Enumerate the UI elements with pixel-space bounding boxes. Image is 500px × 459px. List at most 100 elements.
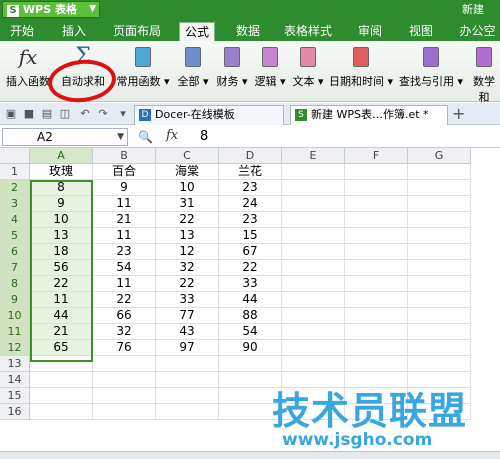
row-header-7[interactable]: 7	[0, 260, 30, 276]
row-header-4[interactable]: 4	[0, 212, 30, 228]
cell-e12[interactable]	[282, 340, 345, 356]
cell-e5[interactable]	[282, 228, 345, 244]
finance-functions-button[interactable]: 财务 ▾	[214, 45, 250, 89]
cell-f10[interactable]	[345, 308, 408, 324]
cell-a7[interactable]: 56	[30, 260, 93, 276]
cell-b8[interactable]: 11	[93, 276, 156, 292]
cell-f11[interactable]	[345, 324, 408, 340]
cell-f12[interactable]	[345, 340, 408, 356]
fx-icon[interactable]: fx	[166, 128, 178, 143]
cell-a4[interactable]: 10	[30, 212, 93, 228]
row-header-15[interactable]: 15	[0, 388, 30, 404]
cell-f13[interactable]	[345, 356, 408, 372]
tab-start[interactable]: 开始	[6, 22, 38, 41]
tab-page-layout[interactable]: 页面布局	[113, 22, 161, 41]
cell-e11[interactable]	[282, 324, 345, 340]
cell-d1[interactable]: 兰花	[219, 164, 282, 180]
cell-b4[interactable]: 21	[93, 212, 156, 228]
cell-g5[interactable]	[408, 228, 471, 244]
column-header-a[interactable]: A	[30, 148, 93, 164]
cell-f6[interactable]	[345, 244, 408, 260]
cell-g11[interactable]	[408, 324, 471, 340]
cell-e4[interactable]	[282, 212, 345, 228]
cell-f5[interactable]	[345, 228, 408, 244]
select-all-corner[interactable]	[0, 148, 30, 164]
row-header-9[interactable]: 9	[0, 292, 30, 308]
row-header-8[interactable]: 8	[0, 276, 30, 292]
row-header-3[interactable]: 3	[0, 196, 30, 212]
zoom-search-icon[interactable]: 🔍	[138, 130, 153, 144]
cell-e10[interactable]	[282, 308, 345, 324]
math-functions-button[interactable]: 数学和	[468, 45, 500, 105]
cell-e6[interactable]	[282, 244, 345, 260]
cell-c5[interactable]: 13	[156, 228, 219, 244]
cell-d3[interactable]: 24	[219, 196, 282, 212]
cell-a5[interactable]: 13	[30, 228, 93, 244]
cell-g2[interactable]	[408, 180, 471, 196]
cell-d8[interactable]: 33	[219, 276, 282, 292]
cell-f1[interactable]	[345, 164, 408, 180]
tab-review[interactable]: 审阅	[354, 22, 386, 41]
cell-c6[interactable]: 12	[156, 244, 219, 260]
cell-e13[interactable]	[282, 356, 345, 372]
cell-b16[interactable]	[93, 404, 156, 420]
row-header-2[interactable]: 2	[0, 180, 30, 196]
cell-c16[interactable]	[156, 404, 219, 420]
doc-tab-workbook[interactable]: S 新建 WPS表…作簿.et *	[290, 105, 448, 125]
cell-c8[interactable]: 22	[156, 276, 219, 292]
insert-function-button[interactable]: fx 插入函数	[4, 45, 52, 89]
redo-icon[interactable]: ↷	[96, 107, 110, 121]
cell-b9[interactable]: 22	[93, 292, 156, 308]
cell-e9[interactable]	[282, 292, 345, 308]
row-header-16[interactable]: 16	[0, 404, 30, 420]
cell-b13[interactable]	[93, 356, 156, 372]
cell-d9[interactable]: 44	[219, 292, 282, 308]
cell-d13[interactable]	[219, 356, 282, 372]
cell-a11[interactable]: 21	[30, 324, 93, 340]
cell-c3[interactable]: 31	[156, 196, 219, 212]
cell-b15[interactable]	[93, 388, 156, 404]
row-header-5[interactable]: 5	[0, 228, 30, 244]
tab-insert[interactable]: 插入	[58, 22, 90, 41]
cell-c14[interactable]	[156, 372, 219, 388]
cell-g3[interactable]	[408, 196, 471, 212]
column-header-c[interactable]: C	[156, 148, 219, 164]
new-button[interactable]: 新建	[462, 1, 484, 17]
row-header-13[interactable]: 13	[0, 356, 30, 372]
cell-g1[interactable]	[408, 164, 471, 180]
cell-b2[interactable]: 9	[93, 180, 156, 196]
sheet-tabs-scrollbar[interactable]	[0, 451, 500, 459]
cell-d6[interactable]: 67	[219, 244, 282, 260]
cell-b3[interactable]: 11	[93, 196, 156, 212]
row-header-10[interactable]: 10	[0, 308, 30, 324]
cell-f9[interactable]	[345, 292, 408, 308]
cell-e2[interactable]	[282, 180, 345, 196]
cell-a12[interactable]: 65	[30, 340, 93, 356]
cell-a16[interactable]	[30, 404, 93, 420]
tab-view[interactable]: 视图	[405, 22, 437, 41]
cell-c1[interactable]: 海棠	[156, 164, 219, 180]
tab-data[interactable]: 数据	[232, 22, 264, 41]
column-header-d[interactable]: D	[219, 148, 282, 164]
text-functions-button[interactable]: 文本 ▾	[290, 45, 326, 89]
cell-g9[interactable]	[408, 292, 471, 308]
cell-e1[interactable]	[282, 164, 345, 180]
cell-c2[interactable]: 10	[156, 180, 219, 196]
column-header-f[interactable]: F	[345, 148, 408, 164]
cell-d11[interactable]: 54	[219, 324, 282, 340]
save-icon[interactable]: ■	[22, 107, 36, 121]
lookup-functions-button[interactable]: 查找与引用 ▾	[398, 45, 464, 89]
cell-e3[interactable]	[282, 196, 345, 212]
cell-b14[interactable]	[93, 372, 156, 388]
new-tab-plus-icon[interactable]: +	[452, 104, 465, 123]
cell-d2[interactable]: 23	[219, 180, 282, 196]
cell-g10[interactable]	[408, 308, 471, 324]
common-functions-button[interactable]: 常用函数 ▾	[116, 45, 170, 89]
cell-f4[interactable]	[345, 212, 408, 228]
row-header-14[interactable]: 14	[0, 372, 30, 388]
cell-d12[interactable]: 90	[219, 340, 282, 356]
row-header-12[interactable]: 12	[0, 340, 30, 356]
cell-a1[interactable]: 玫瑰	[30, 164, 93, 180]
column-header-b[interactable]: B	[93, 148, 156, 164]
cell-b6[interactable]: 23	[93, 244, 156, 260]
